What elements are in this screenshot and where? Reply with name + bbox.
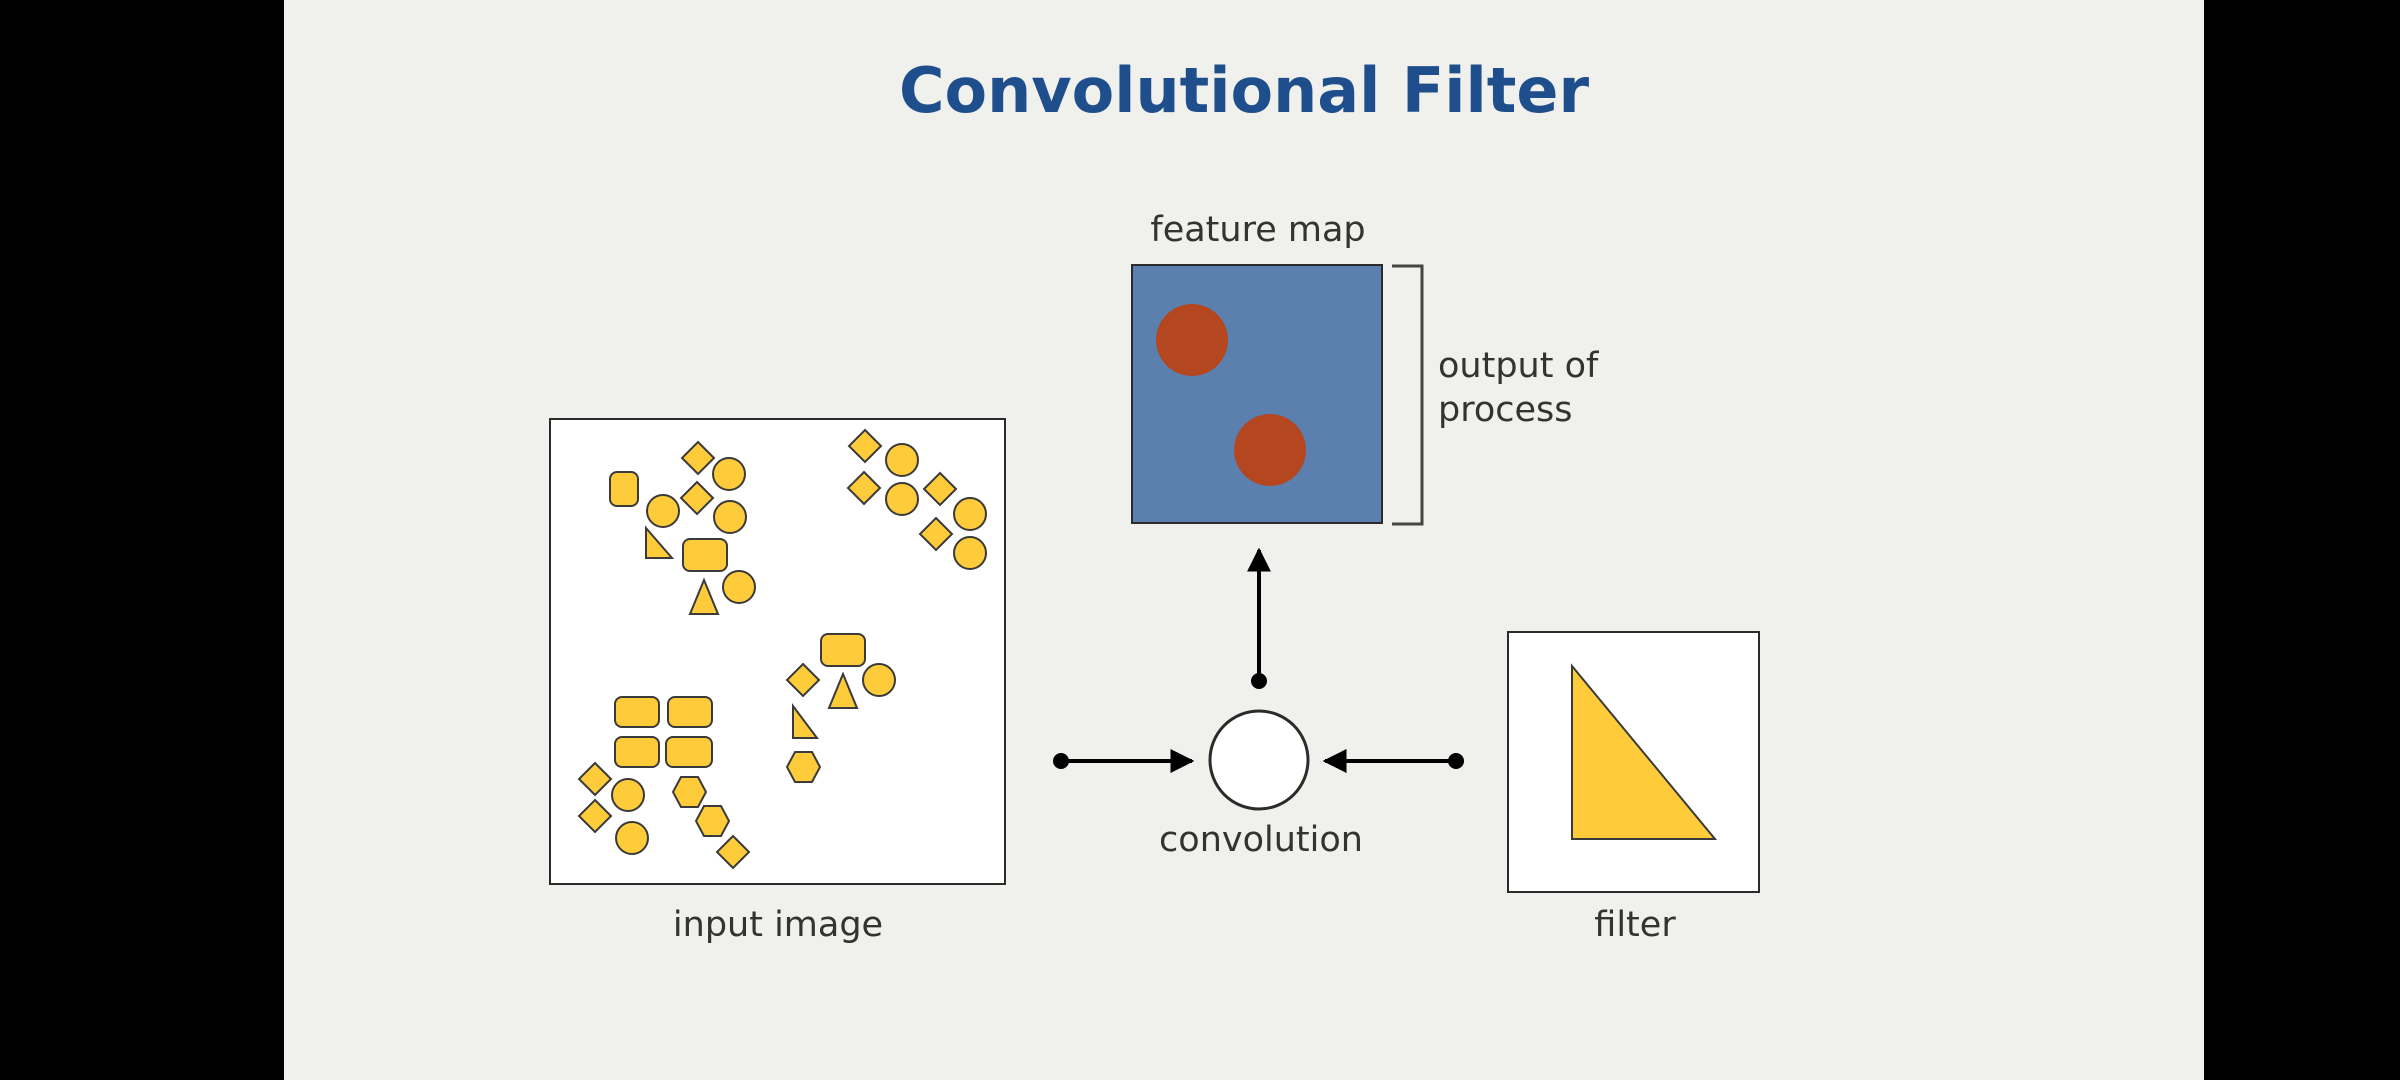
shape-rounded-rect: [614, 736, 660, 768]
filter-label: filter: [1594, 905, 1676, 945]
convolution-diagram: [549, 264, 1760, 893]
shape-circle: [611, 778, 645, 812]
feature-map-box: [1131, 264, 1383, 524]
shape-circle: [712, 457, 746, 491]
shape-circle: [953, 497, 987, 531]
shape-circle: [953, 536, 987, 570]
output-of-process-label: output of process: [1438, 344, 1598, 432]
convolution-label: convolution: [1159, 820, 1363, 860]
shape-rounded-rect: [667, 696, 713, 728]
feature-map-spot: [1156, 304, 1228, 376]
feature-map-label: feature map: [1150, 210, 1366, 250]
input-image-label: input image: [672, 905, 884, 945]
shape-circle: [646, 494, 680, 528]
shape-hexagon: [785, 751, 822, 783]
shape-circle: [862, 663, 896, 697]
shape-hexagon: [671, 776, 708, 808]
feature-map: [1131, 264, 1383, 524]
shape-circle: [885, 482, 919, 516]
shape-rounded-rect: [682, 538, 728, 572]
input-image: [549, 418, 1006, 885]
output-bracket: [1392, 264, 1424, 526]
shape-circle: [722, 570, 756, 604]
output-label-line2: process: [1438, 390, 1573, 430]
shape-rounded-rect: [614, 696, 660, 728]
shape-circle: [885, 443, 919, 477]
filter: [1507, 631, 1760, 893]
shape-rounded-rect: [609, 471, 639, 507]
output-label-line1: output of: [1438, 346, 1599, 386]
shape-rounded-rect: [820, 633, 866, 667]
shape-rounded-rect: [665, 736, 713, 768]
slide: Convolutional Filter feature map output …: [284, 0, 2204, 1080]
shape-hexagon: [694, 805, 731, 837]
shape-circle: [615, 821, 649, 855]
shape-circle: [713, 500, 747, 534]
convolution-node: [1208, 709, 1310, 811]
feature-map-spot: [1234, 414, 1306, 486]
